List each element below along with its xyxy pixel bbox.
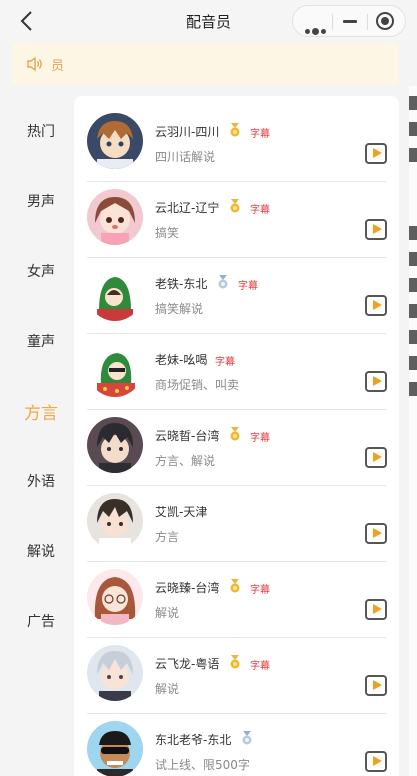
- subtitle-tag: 字幕: [250, 661, 270, 672]
- voice-row[interactable]: 老铁-东北 字幕 搞笑解说: [74, 258, 399, 334]
- voice-name: 云羽川-四川: [155, 125, 220, 139]
- category-child[interactable]: 童声: [0, 331, 82, 351]
- subtitle-tag: 字幕: [250, 205, 270, 216]
- gold-medal-icon: [230, 579, 240, 593]
- play-button[interactable]: [365, 143, 387, 164]
- voice-avatar: [87, 265, 143, 321]
- play-button[interactable]: [365, 523, 387, 544]
- voice-description: 解说: [155, 606, 180, 620]
- silver-medal-icon: [218, 275, 228, 289]
- voice-name: 云飞龙-粤语: [155, 657, 220, 671]
- capsule-divider: [332, 14, 333, 30]
- voice-row[interactable]: 老妹-吆喝 字幕 商场促销、叫卖: [74, 334, 399, 410]
- notice-bar: 员: [12, 43, 399, 85]
- notice-text: 员: [51, 59, 65, 74]
- voice-avatar: [87, 569, 143, 625]
- voice-name: 云晓臻-台湾: [155, 581, 220, 595]
- voice-row[interactable]: 云羽川-四川 字幕 四川话解说: [74, 106, 399, 182]
- category-dialect[interactable]: 方言: [0, 399, 82, 424]
- play-button[interactable]: [365, 295, 387, 316]
- nav-bar: 配音员: [0, 0, 417, 42]
- gold-medal-icon: [230, 427, 240, 441]
- voice-list: 云羽川-四川 字幕 四川话解说 云北辽-辽宁 字幕 搞笑 老铁-东北 字幕 搞笑…: [74, 96, 399, 776]
- voice-description: 四川话解说: [155, 150, 216, 164]
- voice-description: 方言: [155, 530, 180, 544]
- voice-row[interactable]: 东北老爷-东北 试上线、限500字: [74, 714, 399, 776]
- capsule-divider: [367, 14, 368, 30]
- voice-name: 老铁-东北: [155, 277, 208, 291]
- voice-name: 老妹-吆喝: [155, 353, 208, 367]
- voice-name: 云北辽-辽宁: [155, 201, 220, 215]
- subtitle-tag: 字幕: [250, 129, 270, 140]
- voice-name: 云晓晢-台湾: [155, 429, 220, 443]
- voice-row[interactable]: 云晓臻-台湾 字幕 解说: [74, 562, 399, 638]
- voice-row[interactable]: 云飞龙-粤语 字幕 解说: [74, 638, 399, 714]
- close-target-icon[interactable]: [376, 12, 394, 30]
- voice-row[interactable]: 云北辽-辽宁 字幕 搞笑: [74, 182, 399, 258]
- voice-avatar: [87, 341, 143, 397]
- subtitle-tag: 字幕: [238, 281, 258, 292]
- play-button[interactable]: [365, 675, 387, 696]
- category-hot[interactable]: 热门: [0, 121, 82, 141]
- voice-description: 方言、解说: [155, 454, 216, 468]
- play-button[interactable]: [365, 599, 387, 620]
- voice-avatar: [87, 493, 143, 549]
- silver-medal-icon: [242, 731, 252, 745]
- clipped-edge-text: [409, 86, 417, 776]
- minimize-icon[interactable]: [343, 20, 357, 23]
- category-narration[interactable]: 解说: [0, 541, 82, 561]
- voice-name: 东北老爷-东北: [155, 733, 232, 747]
- voice-description: 解说: [155, 682, 180, 696]
- category-foreign[interactable]: 外语: [0, 471, 82, 491]
- voice-description: 商场促销、叫卖: [155, 378, 240, 392]
- voice-avatar: [87, 189, 143, 245]
- more-icon[interactable]: [305, 19, 328, 38]
- play-button[interactable]: [365, 447, 387, 468]
- voice-avatar: [87, 113, 143, 169]
- voice-description: 试上线、限500字: [155, 758, 250, 772]
- play-button[interactable]: [365, 371, 387, 392]
- voice-row[interactable]: 艾凯-天津 方言: [74, 486, 399, 562]
- mini-program-capsule: [292, 5, 406, 37]
- category-advert[interactable]: 广告: [0, 611, 82, 631]
- gold-medal-icon: [230, 199, 240, 213]
- voice-avatar: [87, 417, 143, 473]
- gold-medal-icon: [230, 123, 240, 137]
- voice-name: 艾凯-天津: [155, 505, 208, 519]
- voice-row[interactable]: 云晓晢-台湾 字幕 方言、解说: [74, 410, 399, 486]
- voice-avatar: [87, 721, 143, 776]
- subtitle-tag: 字幕: [250, 433, 270, 444]
- play-button[interactable]: [365, 219, 387, 240]
- subtitle-tag: 字幕: [215, 357, 235, 368]
- voice-description: 搞笑: [155, 226, 180, 240]
- voice-avatar: [87, 645, 143, 701]
- play-button[interactable]: [365, 751, 387, 772]
- gold-medal-icon: [230, 655, 240, 669]
- speaker-icon: [27, 56, 42, 72]
- subtitle-tag: 字幕: [250, 585, 270, 596]
- voice-description: 搞笑解说: [155, 302, 204, 316]
- category-female[interactable]: 女声: [0, 261, 82, 281]
- category-male[interactable]: 男声: [0, 191, 82, 211]
